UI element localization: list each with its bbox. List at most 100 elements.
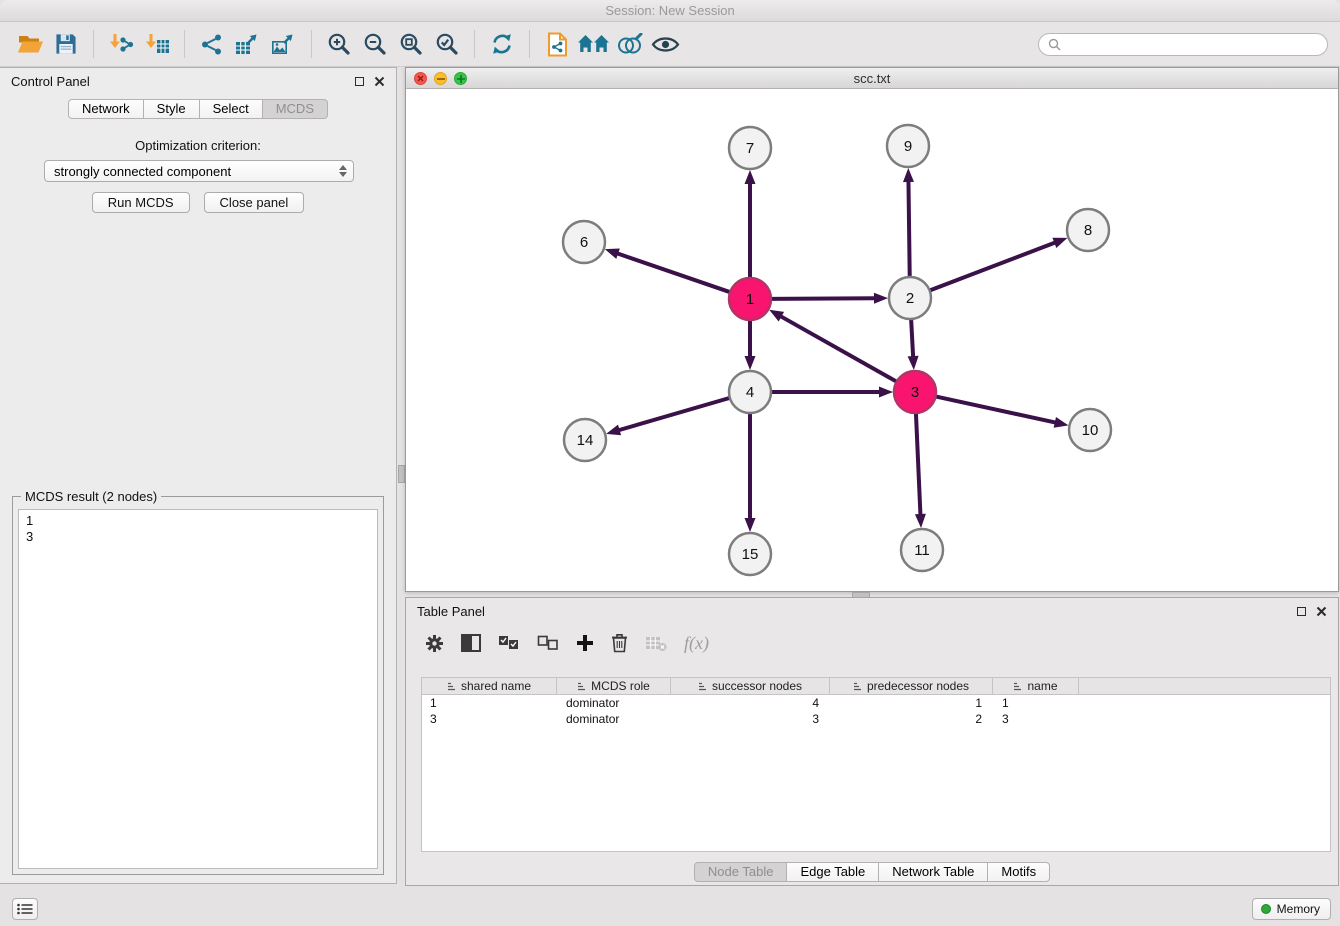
table-cell: 3 <box>994 711 1080 727</box>
tab-select[interactable]: Select <box>200 99 263 119</box>
search-field[interactable] <box>1038 33 1328 56</box>
svg-text:9: 9 <box>904 138 912 155</box>
graph-node-3[interactable]: 3 <box>894 371 936 413</box>
network-graph[interactable]: 7 9 6 8 1 2 4 3 14 10 15 11 <box>406 89 1338 591</box>
style-venn-button[interactable] <box>611 26 647 62</box>
import-network-button[interactable] <box>103 26 139 62</box>
control-panel: Control Panel Network Style Select MCDS … <box>0 67 397 884</box>
graph-node-1[interactable]: 1 <box>729 278 771 320</box>
graph-node-7[interactable]: 7 <box>729 127 771 169</box>
import-table-button[interactable] <box>139 26 175 62</box>
show-panels-button[interactable] <box>12 898 38 920</box>
gear-icon <box>425 634 444 653</box>
svg-text:4: 4 <box>746 384 754 401</box>
edge-4-15[interactable] <box>745 413 756 532</box>
edge-3-11[interactable] <box>915 413 926 528</box>
criterion-selected-value: strongly connected component <box>54 164 231 179</box>
svg-text:2: 2 <box>906 290 914 307</box>
window-close-button[interactable] <box>414 72 427 85</box>
edge-3-1[interactable] <box>769 310 897 382</box>
open-session-button[interactable] <box>12 26 48 62</box>
tab-network-table[interactable]: Network Table <box>879 862 988 882</box>
export-image-button[interactable] <box>266 26 302 62</box>
column-header-MCDS-role[interactable]: MCDS role <box>557 677 671 695</box>
mcds-result-text[interactable]: 1 3 <box>18 509 378 869</box>
column-header-shared-name[interactable]: shared name <box>421 677 557 695</box>
table-row[interactable]: 3dominator323 <box>422 711 1330 727</box>
zoom-in-button[interactable] <box>321 26 357 62</box>
add-column-button[interactable] <box>576 634 594 652</box>
tab-network[interactable]: Network <box>68 99 144 119</box>
tab-motifs[interactable]: Motifs <box>988 862 1050 882</box>
delete-column-button[interactable] <box>611 633 628 653</box>
edge-2-8[interactable] <box>930 238 1068 291</box>
search-icon <box>1048 38 1061 51</box>
node-table-body[interactable]: 1dominator4113dominator323 <box>421 695 1331 852</box>
graph-node-11[interactable]: 11 <box>901 529 943 571</box>
graph-node-14[interactable]: 14 <box>564 419 606 461</box>
window-minimize-button[interactable] <box>434 72 447 85</box>
save-session-button[interactable] <box>48 26 84 62</box>
table-row[interactable]: 1dominator411 <box>422 695 1330 711</box>
run-mcds-button[interactable]: Run MCDS <box>92 192 190 213</box>
table-panel-close-button[interactable] <box>1316 606 1327 617</box>
graph-node-4[interactable]: 4 <box>729 371 771 413</box>
sort-icon <box>853 682 862 691</box>
delete-table-button[interactable] <box>645 634 667 652</box>
main-toolbar <box>0 22 1340 67</box>
edge-2-9[interactable] <box>903 168 914 277</box>
zoom-out-button[interactable] <box>357 26 393 62</box>
window-title: Session: New Session <box>605 3 734 18</box>
vertical-splitter[interactable] <box>397 67 405 884</box>
tab-edge-table[interactable]: Edge Table <box>787 862 879 882</box>
graph-node-15[interactable]: 15 <box>729 533 771 575</box>
column-header-name[interactable]: name <box>993 677 1079 695</box>
edge-4-3[interactable] <box>771 387 893 398</box>
tab-style[interactable]: Style <box>144 99 200 119</box>
show-graphics-details-button[interactable] <box>647 26 683 62</box>
close-panel-button[interactable]: Close panel <box>204 192 305 213</box>
close-icon <box>1316 606 1327 617</box>
list-icon <box>17 903 33 915</box>
graph-node-10[interactable]: 10 <box>1069 409 1111 451</box>
optimization-criterion-select[interactable]: strongly connected component <box>44 160 354 182</box>
window-zoom-button[interactable] <box>454 72 467 85</box>
select-all-button[interactable] <box>498 635 520 651</box>
edge-1-2[interactable] <box>771 293 888 304</box>
network-canvas[interactable]: 7 9 6 8 1 2 4 3 14 10 15 11 <box>406 89 1338 591</box>
search-input[interactable] <box>1066 37 1318 51</box>
svg-text:10: 10 <box>1082 422 1099 439</box>
deselect-all-button[interactable] <box>537 635 559 651</box>
show-columns-button[interactable] <box>461 633 481 653</box>
network-window-titlebar[interactable]: scc.txt <box>406 68 1338 89</box>
edge-1-6[interactable] <box>605 248 730 292</box>
import-network-from-file-button[interactable] <box>539 26 575 62</box>
graph-node-2[interactable]: 2 <box>889 277 931 319</box>
zoom-fit-button[interactable] <box>393 26 429 62</box>
edge-1-4[interactable] <box>745 320 756 370</box>
tab-mcds[interactable]: MCDS <box>263 99 328 119</box>
column-header-predecessor-nodes[interactable]: predecessor nodes <box>830 677 993 695</box>
edge-3-10[interactable] <box>936 396 1069 427</box>
control-panel-float-button[interactable] <box>355 77 364 86</box>
edge-4-14[interactable] <box>606 398 730 435</box>
apply-layout-button[interactable] <box>484 26 520 62</box>
edge-2-3[interactable] <box>908 319 919 370</box>
graph-node-8[interactable]: 8 <box>1067 209 1109 251</box>
new-network-button[interactable] <box>194 26 230 62</box>
control-panel-close-button[interactable] <box>374 76 385 87</box>
tab-node-table[interactable]: Node Table <box>694 862 788 882</box>
zoom-selected-button[interactable] <box>429 26 465 62</box>
edge-1-7[interactable] <box>745 170 756 278</box>
function-builder-button[interactable]: f(x) <box>684 633 709 654</box>
graph-node-6[interactable]: 6 <box>563 221 605 263</box>
graph-node-9[interactable]: 9 <box>887 125 929 167</box>
column-header-successor-nodes[interactable]: successor nodes <box>671 677 830 695</box>
mcds-result-box: MCDS result (2 nodes) 1 3 <box>12 496 384 875</box>
export-table-button[interactable] <box>230 26 266 62</box>
table-options-button[interactable] <box>425 634 444 653</box>
title-bar[interactable]: Session: New Session <box>0 0 1340 22</box>
home-button[interactable] <box>575 26 611 62</box>
table-panel-float-button[interactable] <box>1297 607 1306 616</box>
memory-button[interactable]: Memory <box>1252 898 1331 920</box>
